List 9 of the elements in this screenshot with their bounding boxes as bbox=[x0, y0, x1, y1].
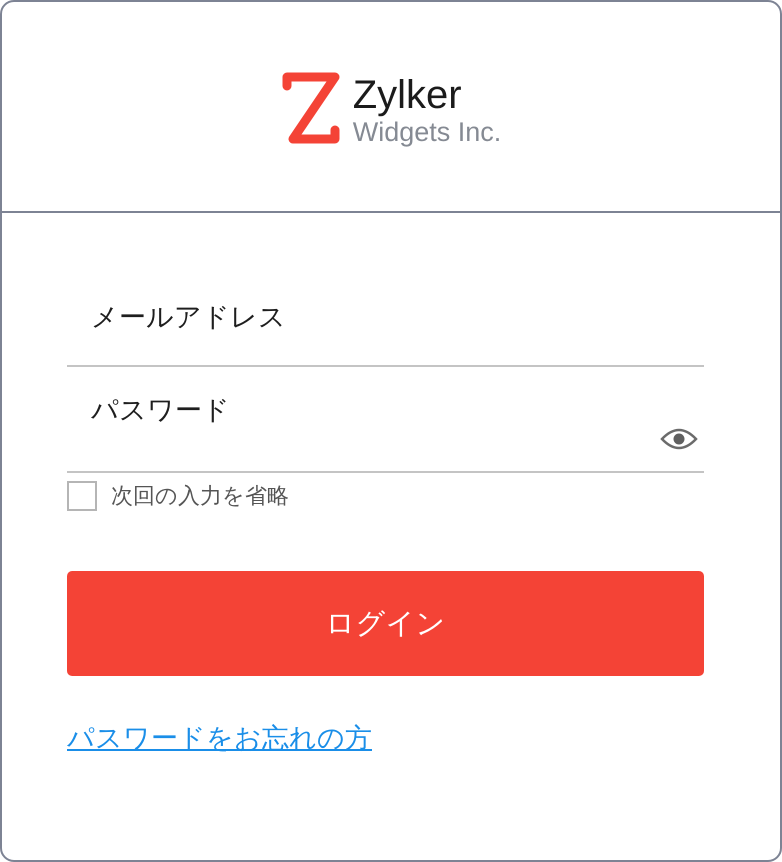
remember-label: 次回の入力を省略 bbox=[111, 483, 289, 511]
password-field[interactable]: パスワード bbox=[67, 389, 704, 473]
email-field[interactable]: メールアドレス bbox=[67, 283, 704, 367]
forgot-password-link[interactable]: パスワードをお忘れの方 bbox=[67, 720, 372, 756]
remember-checkbox[interactable] bbox=[67, 481, 97, 511]
brand-tagline: Widgets Inc. bbox=[352, 116, 502, 146]
login-button[interactable]: ログイン bbox=[67, 571, 704, 676]
brand-name: Zylker bbox=[352, 72, 463, 116]
eye-icon[interactable] bbox=[660, 427, 698, 451]
